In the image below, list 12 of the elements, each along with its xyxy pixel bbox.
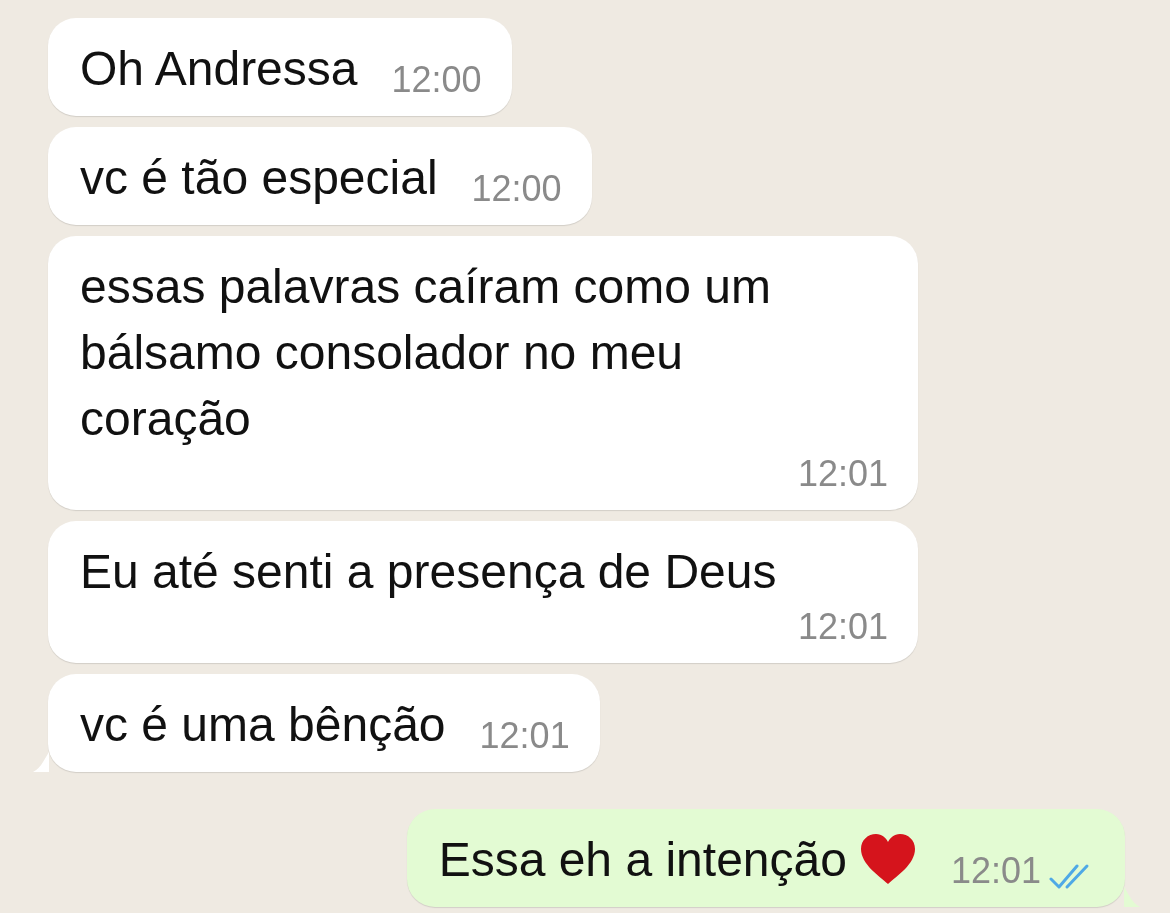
message-time: 12:01 bbox=[797, 605, 888, 649]
message-text: vc é uma bênção bbox=[80, 697, 447, 753]
message-time: 12:00 bbox=[471, 167, 562, 211]
message-time: 12:01 bbox=[797, 452, 888, 496]
message-time: 12:00 bbox=[391, 58, 482, 102]
message-time: 12:01 bbox=[950, 849, 1041, 893]
message-text: Eu até senti a presença de Deus bbox=[80, 544, 778, 600]
message-text: Essa eh a intenção bbox=[438, 827, 951, 893]
message-text: Oh Andressa bbox=[80, 41, 359, 97]
message-text: essas palavras caíram como um bálsamo consolador no meu coração bbox=[80, 259, 772, 447]
message-time: 12:01 bbox=[479, 714, 570, 758]
message-text: vc é tão especial bbox=[80, 150, 439, 206]
